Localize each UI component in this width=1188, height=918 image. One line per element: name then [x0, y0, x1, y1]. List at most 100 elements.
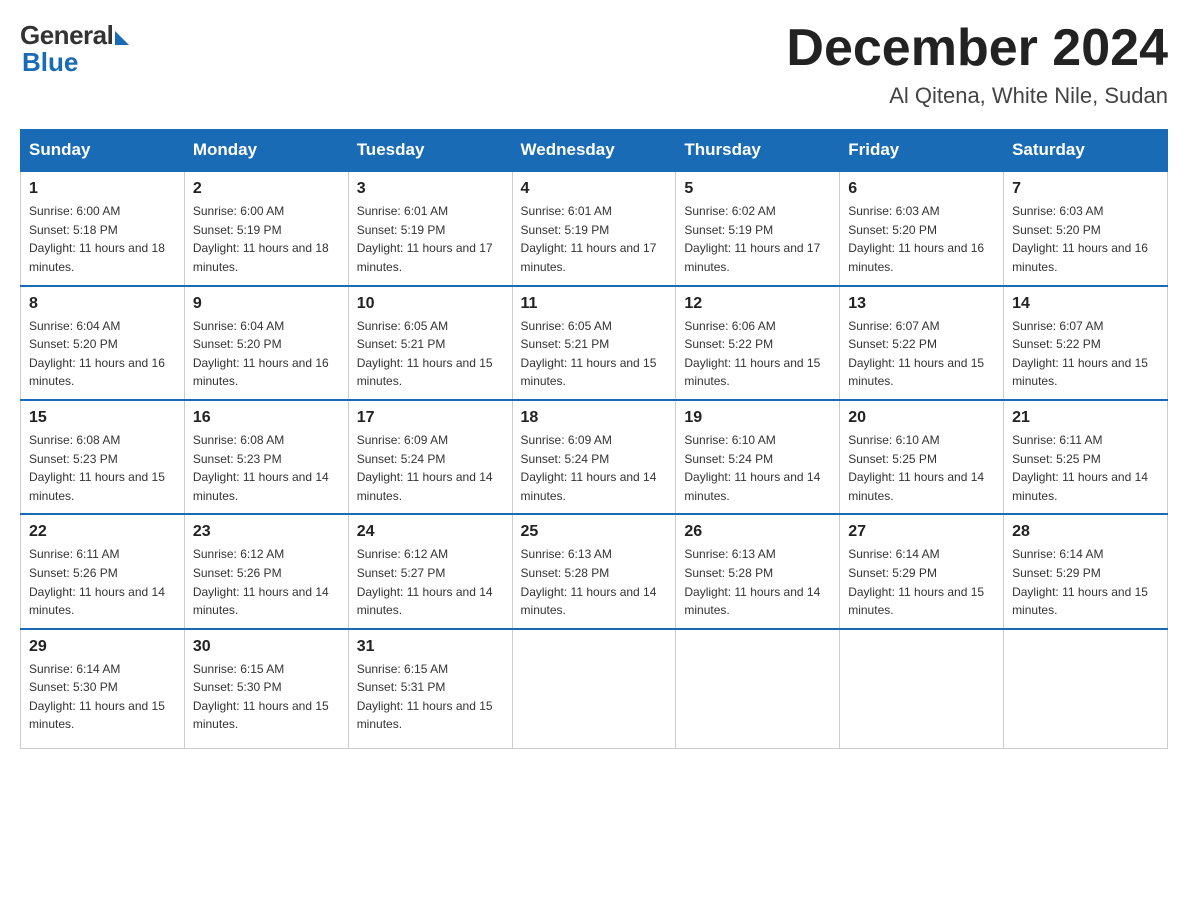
- calendar-cell: 10Sunrise: 6:05 AMSunset: 5:21 PMDayligh…: [348, 286, 512, 400]
- day-info: Sunrise: 6:10 AMSunset: 5:25 PMDaylight:…: [848, 431, 995, 505]
- day-info: Sunrise: 6:07 AMSunset: 5:22 PMDaylight:…: [1012, 317, 1159, 391]
- day-number: 26: [684, 523, 831, 541]
- day-info: Sunrise: 6:08 AMSunset: 5:23 PMDaylight:…: [193, 431, 340, 505]
- day-number: 23: [193, 523, 340, 541]
- day-info: Sunrise: 6:03 AMSunset: 5:20 PMDaylight:…: [848, 202, 995, 276]
- calendar-cell: 5 Sunrise: 6:02 AMSunset: 5:19 PMDaylight…: [676, 171, 840, 285]
- day-info: Sunrise: 6:01 AMSunset: 5:19 PMDaylight:…: [521, 202, 668, 276]
- day-info: Sunrise: 6:03 AMSunset: 5:20 PMDaylight:…: [1012, 202, 1159, 276]
- calendar-cell: 30Sunrise: 6:15 AMSunset: 5:30 PMDayligh…: [184, 629, 348, 749]
- day-info: Sunrise: 6:00 AMSunset: 5:18 PMDaylight:…: [29, 202, 176, 276]
- day-number: 25: [521, 523, 668, 541]
- calendar-cell: 29 Sunrise: 6:14 AMSunset: 5:30 PMDayligh…: [21, 629, 185, 749]
- calendar-cell: 28 Sunrise: 6:14 AMSunset: 5:29 PMDayligh…: [1004, 514, 1168, 628]
- day-number: 11: [521, 295, 668, 313]
- day-info: Sunrise: 6:00 AMSunset: 5:19 PMDaylight:…: [193, 202, 340, 276]
- calendar-header-thursday: Thursday: [676, 130, 840, 172]
- day-info: Sunrise: 6:01 AMSunset: 5:19 PMDaylight:…: [357, 202, 504, 276]
- day-info: Sunrise: 6:02 AMSunset: 5:19 PMDaylight:…: [684, 202, 831, 276]
- calendar-cell: 2 Sunrise: 6:00 AMSunset: 5:19 PMDaylight…: [184, 171, 348, 285]
- calendar-cell: 31 Sunrise: 6:15 AMSunset: 5:31 PMDayligh…: [348, 629, 512, 749]
- calendar-cell: 24 Sunrise: 6:12 AMSunset: 5:27 PMDayligh…: [348, 514, 512, 628]
- calendar-header-friday: Friday: [840, 130, 1004, 172]
- calendar-cell: 6Sunrise: 6:03 AMSunset: 5:20 PMDaylight…: [840, 171, 1004, 285]
- calendar-cell: 3 Sunrise: 6:01 AMSunset: 5:19 PMDaylight…: [348, 171, 512, 285]
- calendar-cell: 18 Sunrise: 6:09 AMSunset: 5:24 PMDayligh…: [512, 400, 676, 514]
- day-info: Sunrise: 6:04 AMSunset: 5:20 PMDaylight:…: [193, 317, 340, 391]
- calendar-week-row: 22 Sunrise: 6:11 AMSunset: 5:26 PMDayligh…: [21, 514, 1168, 628]
- calendar-cell: 17Sunrise: 6:09 AMSunset: 5:24 PMDayligh…: [348, 400, 512, 514]
- day-number: 3: [357, 180, 504, 198]
- day-info: Sunrise: 6:14 AMSunset: 5:29 PMDaylight:…: [848, 545, 995, 619]
- day-info: Sunrise: 6:13 AMSunset: 5:28 PMDaylight:…: [684, 545, 831, 619]
- day-number: 18: [521, 409, 668, 427]
- calendar-header-row: SundayMondayTuesdayWednesdayThursdayFrid…: [21, 130, 1168, 172]
- day-number: 13: [848, 295, 995, 313]
- day-number: 1: [29, 180, 176, 198]
- day-info: Sunrise: 6:04 AMSunset: 5:20 PMDaylight:…: [29, 317, 176, 391]
- calendar-cell: 12Sunrise: 6:06 AMSunset: 5:22 PMDayligh…: [676, 286, 840, 400]
- calendar-header-saturday: Saturday: [1004, 130, 1168, 172]
- calendar-cell: 26 Sunrise: 6:13 AMSunset: 5:28 PMDayligh…: [676, 514, 840, 628]
- calendar-cell: 25 Sunrise: 6:13 AMSunset: 5:28 PMDayligh…: [512, 514, 676, 628]
- location-title: Al Qitena, White Nile, Sudan: [786, 83, 1168, 109]
- day-info: Sunrise: 6:14 AMSunset: 5:29 PMDaylight:…: [1012, 545, 1159, 619]
- calendar-table: SundayMondayTuesdayWednesdayThursdayFrid…: [20, 129, 1168, 749]
- day-number: 22: [29, 523, 176, 541]
- calendar-cell: 23Sunrise: 6:12 AMSunset: 5:26 PMDayligh…: [184, 514, 348, 628]
- calendar-cell: 15 Sunrise: 6:08 AMSunset: 5:23 PMDayligh…: [21, 400, 185, 514]
- day-number: 20: [848, 409, 995, 427]
- day-info: Sunrise: 6:10 AMSunset: 5:24 PMDaylight:…: [684, 431, 831, 505]
- calendar-cell: 9Sunrise: 6:04 AMSunset: 5:20 PMDaylight…: [184, 286, 348, 400]
- logo-arrow-icon: [115, 31, 129, 45]
- day-info: Sunrise: 6:13 AMSunset: 5:28 PMDaylight:…: [521, 545, 668, 619]
- day-info: Sunrise: 6:05 AMSunset: 5:21 PMDaylight:…: [521, 317, 668, 391]
- day-info: Sunrise: 6:15 AMSunset: 5:30 PMDaylight:…: [193, 660, 340, 734]
- calendar-header-monday: Monday: [184, 130, 348, 172]
- day-number: 4: [521, 180, 668, 198]
- day-number: 2: [193, 180, 340, 198]
- logo: General Blue: [20, 20, 129, 78]
- calendar-cell: [1004, 629, 1168, 749]
- day-number: 15: [29, 409, 176, 427]
- day-info: Sunrise: 6:08 AMSunset: 5:23 PMDaylight:…: [29, 431, 176, 505]
- day-info: Sunrise: 6:06 AMSunset: 5:22 PMDaylight:…: [684, 317, 831, 391]
- calendar-cell: 8Sunrise: 6:04 AMSunset: 5:20 PMDaylight…: [21, 286, 185, 400]
- calendar-week-row: 8Sunrise: 6:04 AMSunset: 5:20 PMDaylight…: [21, 286, 1168, 400]
- day-info: Sunrise: 6:09 AMSunset: 5:24 PMDaylight:…: [521, 431, 668, 505]
- day-number: 7: [1012, 180, 1159, 198]
- day-info: Sunrise: 6:11 AMSunset: 5:26 PMDaylight:…: [29, 545, 176, 619]
- day-number: 29: [29, 638, 176, 656]
- calendar-cell: 27 Sunrise: 6:14 AMSunset: 5:29 PMDayligh…: [840, 514, 1004, 628]
- calendar-week-row: 1 Sunrise: 6:00 AMSunset: 5:18 PMDaylight…: [21, 171, 1168, 285]
- logo-blue-text: Blue: [22, 47, 78, 78]
- day-info: Sunrise: 6:11 AMSunset: 5:25 PMDaylight:…: [1012, 431, 1159, 505]
- day-info: Sunrise: 6:12 AMSunset: 5:27 PMDaylight:…: [357, 545, 504, 619]
- day-number: 31: [357, 638, 504, 656]
- day-number: 5: [684, 180, 831, 198]
- title-area: December 2024 Al Qitena, White Nile, Sud…: [786, 20, 1168, 109]
- header: General Blue December 2024 Al Qitena, Wh…: [20, 20, 1168, 109]
- calendar-week-row: 15 Sunrise: 6:08 AMSunset: 5:23 PMDayligh…: [21, 400, 1168, 514]
- day-info: Sunrise: 6:14 AMSunset: 5:30 PMDaylight:…: [29, 660, 176, 734]
- day-number: 21: [1012, 409, 1159, 427]
- calendar-cell: 1 Sunrise: 6:00 AMSunset: 5:18 PMDaylight…: [21, 171, 185, 285]
- day-number: 19: [684, 409, 831, 427]
- calendar-header-tuesday: Tuesday: [348, 130, 512, 172]
- calendar-cell: 20 Sunrise: 6:10 AMSunset: 5:25 PMDayligh…: [840, 400, 1004, 514]
- day-number: 14: [1012, 295, 1159, 313]
- day-info: Sunrise: 6:15 AMSunset: 5:31 PMDaylight:…: [357, 660, 504, 734]
- calendar-cell: 4 Sunrise: 6:01 AMSunset: 5:19 PMDaylight…: [512, 171, 676, 285]
- day-info: Sunrise: 6:07 AMSunset: 5:22 PMDaylight:…: [848, 317, 995, 391]
- calendar-cell: 13 Sunrise: 6:07 AMSunset: 5:22 PMDayligh…: [840, 286, 1004, 400]
- day-number: 27: [848, 523, 995, 541]
- calendar-cell: 22 Sunrise: 6:11 AMSunset: 5:26 PMDayligh…: [21, 514, 185, 628]
- calendar-cell: [840, 629, 1004, 749]
- day-number: 28: [1012, 523, 1159, 541]
- calendar-cell: 7 Sunrise: 6:03 AMSunset: 5:20 PMDaylight…: [1004, 171, 1168, 285]
- day-number: 24: [357, 523, 504, 541]
- calendar-cell: [512, 629, 676, 749]
- calendar-cell: 14 Sunrise: 6:07 AMSunset: 5:22 PMDayligh…: [1004, 286, 1168, 400]
- calendar-cell: 19 Sunrise: 6:10 AMSunset: 5:24 PMDayligh…: [676, 400, 840, 514]
- day-number: 17: [357, 409, 504, 427]
